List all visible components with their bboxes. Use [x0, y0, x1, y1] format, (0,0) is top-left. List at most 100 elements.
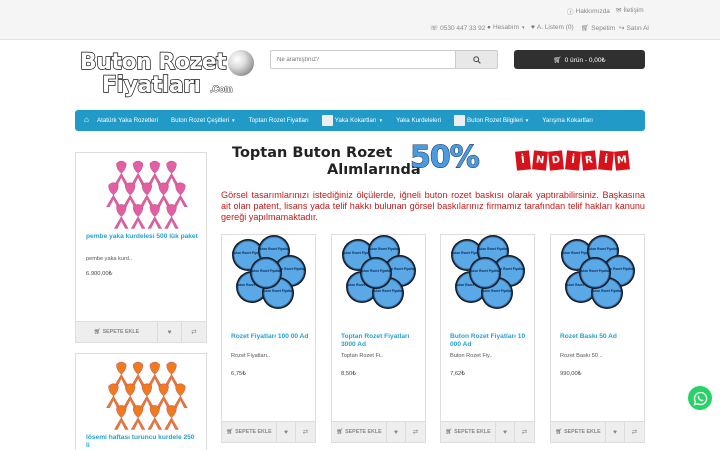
nav-item[interactable]: Yaka Kurdeleleri	[396, 117, 441, 124]
ribbon-graphic	[114, 405, 129, 430]
promo-banner-text: Toptan Buton Rozet Alımlarında	[232, 145, 421, 179]
cart-icon: 🛒︎	[553, 56, 562, 64]
product-description: Buton Rozet Fiy..	[450, 353, 493, 359]
nav-thumbnail-icon	[321, 115, 333, 126]
ribbon-graphic	[114, 160, 129, 186]
search-input[interactable]	[270, 50, 456, 69]
nav-item[interactable]: Atatürk Yaka Rozetleri	[97, 117, 158, 124]
compare-button[interactable]: ⇄	[406, 422, 425, 442]
envelope-icon: ✉	[616, 7, 622, 14]
add-to-wishlist-button[interactable]: ♥	[277, 422, 296, 442]
share-icon: ↪	[619, 25, 625, 32]
product-title-link[interactable]: Toptan Rozet Fiyatları 3000 Ad	[341, 333, 421, 348]
ribbon-graphic	[173, 383, 188, 408]
contact-link[interactable]: ✉ İletişim	[616, 6, 644, 15]
nav-item[interactable]: Toptan Rozet Fiyatları	[249, 117, 309, 124]
product-image: Buton Rozet Fiyatları Buton Rozet Fiyatl…	[342, 235, 416, 309]
nav-item[interactable]: Buton Rozet Bilgileri ▼	[454, 115, 529, 126]
caret-down-icon: ▼	[520, 25, 526, 30]
product-actions: 🛒︎ SEPETE EKLE ♥ ⇄	[441, 421, 534, 442]
ribbon-graphic	[147, 361, 163, 387]
main-nav: ⌂ Atatürk Yaka Rozetleri Buton Rozet Çeşi…	[75, 110, 645, 131]
compare-button[interactable]: ⇄	[625, 422, 644, 442]
product-title-link[interactable]: pembe yaka kurdelesi 500 lük paket	[86, 233, 198, 241]
product-title-link[interactable]: Buton Rozet Fiyatları 10 000 Ad	[450, 333, 530, 348]
add-to-wishlist-button[interactable]: ♥	[606, 422, 625, 442]
product-description: Rozet Baskı 50 ..	[560, 353, 603, 359]
product-actions: 🛒︎ SEPETE EKLE ♥ ⇄	[332, 421, 425, 442]
caret-down-icon: ▼	[231, 118, 236, 123]
product-title-link[interactable]: Rozet Baskı 50 Ad	[560, 333, 640, 341]
ribbon-graphic	[147, 160, 163, 186]
badge-text: Buton Rozet Fiyatları	[469, 269, 501, 273]
product-actions: 🛒︎ SEPETE EKLE ♥ ⇄	[76, 321, 206, 342]
add-to-wishlist-button[interactable]: ♥	[387, 422, 406, 442]
discount-label: 50%	[410, 140, 481, 176]
ribbon-graphic	[156, 383, 171, 408]
whatsapp-icon	[693, 391, 707, 405]
left-product-card: pembe yaka kurdelesi 500 lük paket pembe…	[75, 152, 207, 343]
nav-item[interactable]: Yaka Kokartları ▼	[321, 115, 383, 126]
badge-letter: İ	[597, 150, 614, 171]
product-price: 990,00₺	[560, 371, 582, 377]
ribbon-graphic	[130, 204, 146, 229]
badge-text: Buton Rozet Fiyatları	[591, 289, 623, 293]
account-dropdown[interactable]: ● Hesabım ▼	[487, 24, 525, 31]
logo-text-line2: Fiyatları	[101, 72, 201, 98]
add-to-cart-button[interactable]: 🛒︎ SEPETE EKLE	[551, 422, 606, 442]
checkout-link[interactable]: ↪ Satın Al	[619, 24, 649, 33]
product-title-link[interactable]: lösemi haftası turuncu kurdele 250 li	[86, 434, 198, 449]
site-logo[interactable]: Buton Rozet Fiyatları .Com	[78, 48, 254, 104]
heart-icon: ♥	[284, 428, 288, 436]
cart-link[interactable]: 🛒︎ Sepetim	[581, 24, 615, 33]
compare-button[interactable]: ⇄	[515, 422, 534, 442]
cart-summary-button[interactable]: 🛒︎ 0 ürün - 0,00₺	[514, 50, 645, 69]
ribbon-graphic	[122, 182, 138, 207]
compare-icon: ⇄	[412, 429, 419, 436]
product-card: Buton Rozet Fiyatları Buton Rozet Fiyatl…	[221, 234, 316, 443]
discount-badge: İNDİRİM	[515, 141, 632, 179]
phone-link[interactable]: ☏ 0530 447 33 92	[430, 24, 485, 33]
add-to-cart-button[interactable]: 🛒︎ SEPETE EKLE	[441, 422, 496, 442]
cart-icon: 🛒︎	[226, 429, 234, 435]
cart-icon: 🛒︎	[555, 429, 563, 435]
heart-icon: ♥	[503, 428, 507, 436]
logo-ball-graphic	[228, 50, 254, 76]
home-icon[interactable]: ⌂	[84, 115, 89, 124]
product-card: Buton Rozet Fiyatları Buton Rozet Fiyatl…	[331, 234, 426, 443]
add-to-wishlist-button[interactable]: ♥	[158, 322, 182, 342]
whatsapp-button[interactable]	[688, 386, 712, 410]
product-description: pembe yaka kurd..	[86, 256, 133, 262]
product-image	[106, 361, 188, 430]
product-description: Toptan Rozet Fi..	[341, 353, 384, 359]
search-button[interactable]	[456, 50, 498, 69]
wishlist-link[interactable]: ♥ A. Listem (0)	[531, 24, 574, 31]
badge-letter: N	[531, 150, 548, 171]
add-to-cart-button[interactable]: 🛒︎ SEPETE EKLE	[222, 422, 277, 442]
ribbon-graphic	[114, 204, 129, 229]
heart-icon: ♥	[394, 428, 398, 436]
logo-text-line1: Buton Rozet	[79, 49, 227, 75]
left-product-card: lösemi haftası turuncu kurdele 250 li	[75, 353, 207, 450]
compare-button[interactable]: ⇄	[182, 322, 206, 342]
cart-icon: 🛒︎	[93, 329, 101, 335]
nav-item[interactable]: Buton Rozet Çeşitleri ▼	[171, 117, 236, 124]
badge-letter: D	[548, 150, 564, 171]
add-to-cart-button[interactable]: 🛒︎ SEPETE EKLE	[76, 322, 158, 342]
compare-icon: ⇄	[521, 429, 528, 436]
about-link[interactable]: ⓘ Hakkımızda	[567, 6, 610, 17]
product-description: Rozet Fiyatları..	[231, 353, 271, 359]
product-image: Buton Rozet Fiyatları Buton Rozet Fiyatl…	[561, 235, 635, 309]
compare-icon: ⇄	[191, 329, 197, 336]
badge-letter: İ	[564, 150, 581, 171]
badge-text: Buton Rozet Fiyatları	[360, 269, 392, 273]
compare-button[interactable]: ⇄	[296, 422, 315, 442]
ribbon-graphic	[122, 383, 138, 408]
product-title-link[interactable]: Rozet Fiyatları 100 00 Ad	[231, 333, 311, 341]
nav-item[interactable]: Yarışma Kokartları	[542, 117, 593, 124]
add-to-wishlist-button[interactable]: ♥	[496, 422, 515, 442]
heart-icon: ♥	[531, 24, 535, 31]
add-to-cart-button[interactable]: 🛒︎ SEPETE EKLE	[332, 422, 387, 442]
user-icon: ●	[487, 24, 491, 31]
ribbon-graphic	[164, 160, 179, 186]
